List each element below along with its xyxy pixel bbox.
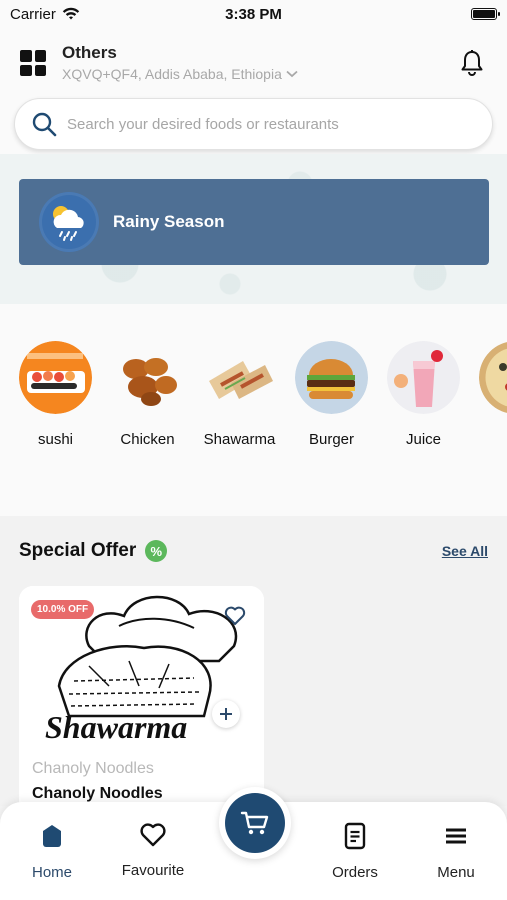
logo-lettering: Shawarma bbox=[45, 709, 187, 742]
banner-title: Rainy Season bbox=[113, 212, 225, 231]
category-burger[interactable]: Burger bbox=[295, 341, 368, 448]
wifi-icon bbox=[62, 7, 80, 20]
cart-button[interactable] bbox=[219, 787, 291, 859]
chicken-image bbox=[111, 341, 184, 414]
category-label: Burger bbox=[308, 431, 355, 448]
offer-subtitle: Chanoly Noodles bbox=[32, 760, 154, 777]
promo-banner[interactable]: Rainy Season bbox=[19, 179, 489, 265]
category-sushi[interactable]: sushi bbox=[19, 341, 92, 448]
nav-label: Orders bbox=[332, 864, 378, 881]
category-label: Shawarma bbox=[203, 431, 276, 448]
carrier-label: Carrier bbox=[10, 5, 56, 23]
special-offer-section: Special Offer % See All Shawarma 10.0% O… bbox=[0, 516, 507, 816]
location-address: XQVQ+QF4, Addis Ababa, Ethiopia bbox=[62, 66, 282, 82]
see-all-link[interactable]: See All bbox=[442, 543, 488, 559]
menu-icon bbox=[446, 828, 466, 844]
nav-favourite[interactable]: Favourite bbox=[108, 822, 198, 879]
offer-name: Chanoly Noodles bbox=[32, 785, 163, 802]
sushi-image bbox=[19, 341, 92, 414]
orders-icon bbox=[344, 822, 366, 850]
offer-card[interactable]: Shawarma 10.0% OFF Chanoly Noodles Chano… bbox=[19, 586, 264, 816]
header: Others XQVQ+QF4, Addis Ababa, Ethiopia bbox=[0, 28, 507, 98]
add-to-cart-button[interactable] bbox=[212, 700, 240, 728]
bell-icon[interactable] bbox=[457, 48, 487, 78]
cart-icon bbox=[240, 811, 269, 835]
search-input[interactable] bbox=[67, 115, 476, 133]
rain-cloud-icon bbox=[39, 192, 99, 252]
pizza-image bbox=[479, 341, 507, 414]
percent-icon: % bbox=[145, 540, 168, 562]
category-label: Juice bbox=[405, 431, 442, 448]
search-bar[interactable] bbox=[14, 98, 493, 150]
grid-icon[interactable] bbox=[20, 50, 46, 76]
category-pizza[interactable]: Pi bbox=[479, 341, 507, 448]
juice-image bbox=[387, 341, 460, 414]
nav-orders[interactable]: Orders bbox=[310, 822, 400, 881]
category-juice[interactable]: Juice bbox=[387, 341, 460, 448]
heart-icon bbox=[140, 823, 166, 847]
nav-label: Home bbox=[31, 864, 72, 881]
chevron-down-icon bbox=[286, 70, 298, 78]
search-icon bbox=[32, 112, 57, 137]
nav-label: Menu bbox=[437, 864, 475, 881]
status-bar: Carrier 3:38 PM bbox=[0, 0, 507, 28]
battery-icon bbox=[471, 8, 500, 20]
plus-icon bbox=[220, 708, 232, 720]
nav-home[interactable]: Home bbox=[7, 822, 97, 881]
section-title: Special Offer bbox=[19, 540, 137, 561]
category-label: Chicken bbox=[120, 431, 175, 448]
category-list: sushi Chicken Shawarma Burger Juice bbox=[0, 304, 507, 516]
shawarma-image bbox=[203, 341, 276, 414]
nav-label: Favourite bbox=[121, 862, 185, 879]
discount-badge: 10.0% OFF bbox=[31, 600, 95, 619]
favorite-heart-icon[interactable] bbox=[224, 606, 246, 631]
category-shawarma[interactable]: Shawarma bbox=[203, 341, 276, 448]
location-title: Others bbox=[62, 43, 117, 62]
burger-image bbox=[295, 341, 368, 414]
category-label: sushi bbox=[37, 431, 74, 448]
category-chicken[interactable]: Chicken bbox=[111, 341, 184, 448]
location-selector[interactable]: Others XQVQ+QF4, Addis Ababa, Ethiopia bbox=[62, 42, 457, 84]
banner-area: Rainy Season bbox=[0, 154, 507, 304]
status-time: 3:38 PM bbox=[225, 5, 282, 23]
nav-menu[interactable]: Menu bbox=[411, 822, 501, 881]
home-icon bbox=[43, 825, 61, 847]
